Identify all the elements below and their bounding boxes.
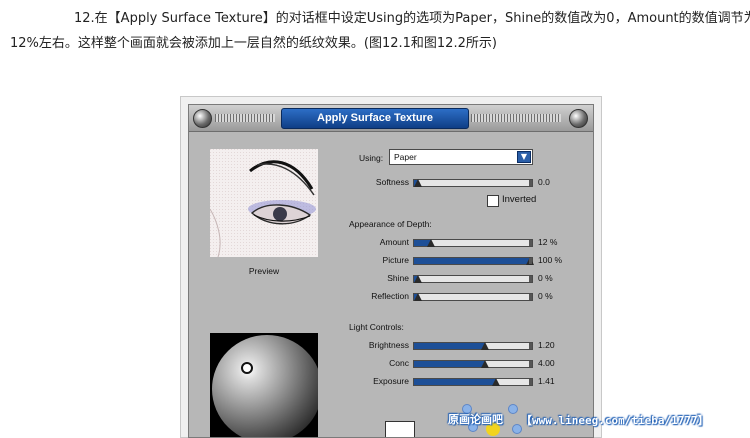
slider-knob-icon[interactable] — [481, 360, 490, 368]
depth-label: Shine — [387, 273, 409, 283]
article-line-1: 12.在【Apply Surface Texture】的对话框中设定Using的… — [74, 11, 750, 26]
inverted-label: Inverted — [502, 194, 537, 205]
eye-preview-illustration — [210, 149, 318, 257]
slider-knob-icon[interactable] — [414, 179, 422, 187]
watermark-bubble — [508, 404, 518, 414]
using-value: Paper — [394, 152, 417, 162]
slider-knob-icon[interactable] — [414, 275, 422, 283]
depth-value: 12 % — [538, 237, 558, 247]
article-line-2: 12%左右。这样整个画面就会被添加上一层自然的纸纹效果。(图12.1和图12.2… — [10, 36, 497, 51]
titlebar-grip-left — [215, 114, 275, 122]
using-select[interactable]: Paper ▼ — [389, 149, 533, 165]
depth-label: Picture — [382, 255, 409, 265]
close-ball-icon[interactable] — [569, 109, 588, 128]
softness-label: Softness — [375, 177, 409, 187]
softness-value: 0.0 — [538, 177, 550, 187]
light-value: 4.00 — [538, 358, 555, 368]
light-label: Exposure — [373, 376, 409, 386]
depth-label: Reflection — [371, 291, 409, 301]
depth-value: 100 % — [538, 255, 563, 265]
dialog-title: Apply Surface Texture — [281, 108, 469, 129]
window-ball-icon[interactable] — [193, 109, 212, 128]
watermark-url: 【www.lineeg.com/tieba/1777】 — [521, 414, 709, 427]
light-slider[interactable] — [413, 360, 533, 368]
depth-slider[interactable] — [413, 293, 533, 301]
slider-knob-icon[interactable] — [481, 342, 490, 350]
dialog-titlebar[interactable]: Apply Surface Texture — [189, 105, 593, 132]
depth-slider[interactable] — [413, 239, 533, 247]
light-value: 1.20 — [538, 340, 555, 350]
light-label: Conc — [389, 358, 409, 368]
light-color-swatch[interactable] — [385, 421, 415, 437]
preview-label: Preview — [248, 266, 280, 276]
using-label: Using: — [359, 153, 384, 163]
light-sphere — [212, 335, 318, 437]
preview-image — [210, 149, 318, 257]
light-source-dot-icon[interactable] — [241, 362, 253, 374]
depth-heading: Appearance of Depth: — [349, 219, 432, 229]
titlebar-grip-right — [471, 114, 561, 122]
light-label: Brightness — [368, 340, 409, 350]
dropdown-arrow-icon[interactable]: ▼ — [517, 151, 531, 163]
softness-slider[interactable] — [413, 179, 533, 187]
article-text: 12.在【Apply Surface Texture】的对话框中设定Using的… — [10, 6, 750, 56]
light-value: 1.41 — [538, 376, 555, 386]
light-slider[interactable] — [413, 342, 533, 350]
slider-knob-icon[interactable] — [492, 378, 501, 386]
inverted-checkbox[interactable] — [487, 195, 499, 207]
depth-slider[interactable] — [413, 257, 534, 265]
light-heading: Light Controls: — [349, 322, 404, 332]
depth-value: 0 % — [538, 273, 553, 283]
depth-value: 0 % — [538, 291, 553, 301]
light-slider[interactable] — [413, 378, 533, 386]
watermark-logo: 原画论画吧 — [448, 413, 503, 426]
slider-knob-icon[interactable] — [427, 239, 436, 247]
light-direction-preview[interactable] — [210, 333, 318, 437]
depth-slider[interactable] — [413, 275, 533, 283]
apply-surface-texture-dialog: Apply Surface Texture Preview Using: Pap… — [188, 104, 594, 438]
depth-label: Amount — [379, 237, 409, 247]
slider-knob-icon[interactable] — [414, 293, 422, 301]
